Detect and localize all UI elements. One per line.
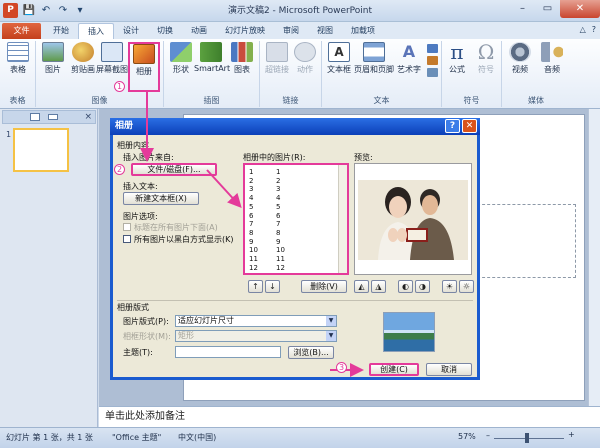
step-3-marker: 3 — [336, 362, 347, 373]
annotation-arrows — [140, 92, 364, 377]
step-1-marker: 1 — [114, 81, 125, 92]
arrow-file-to-list — [206, 169, 242, 208]
step-2-marker: 2 — [114, 164, 125, 175]
